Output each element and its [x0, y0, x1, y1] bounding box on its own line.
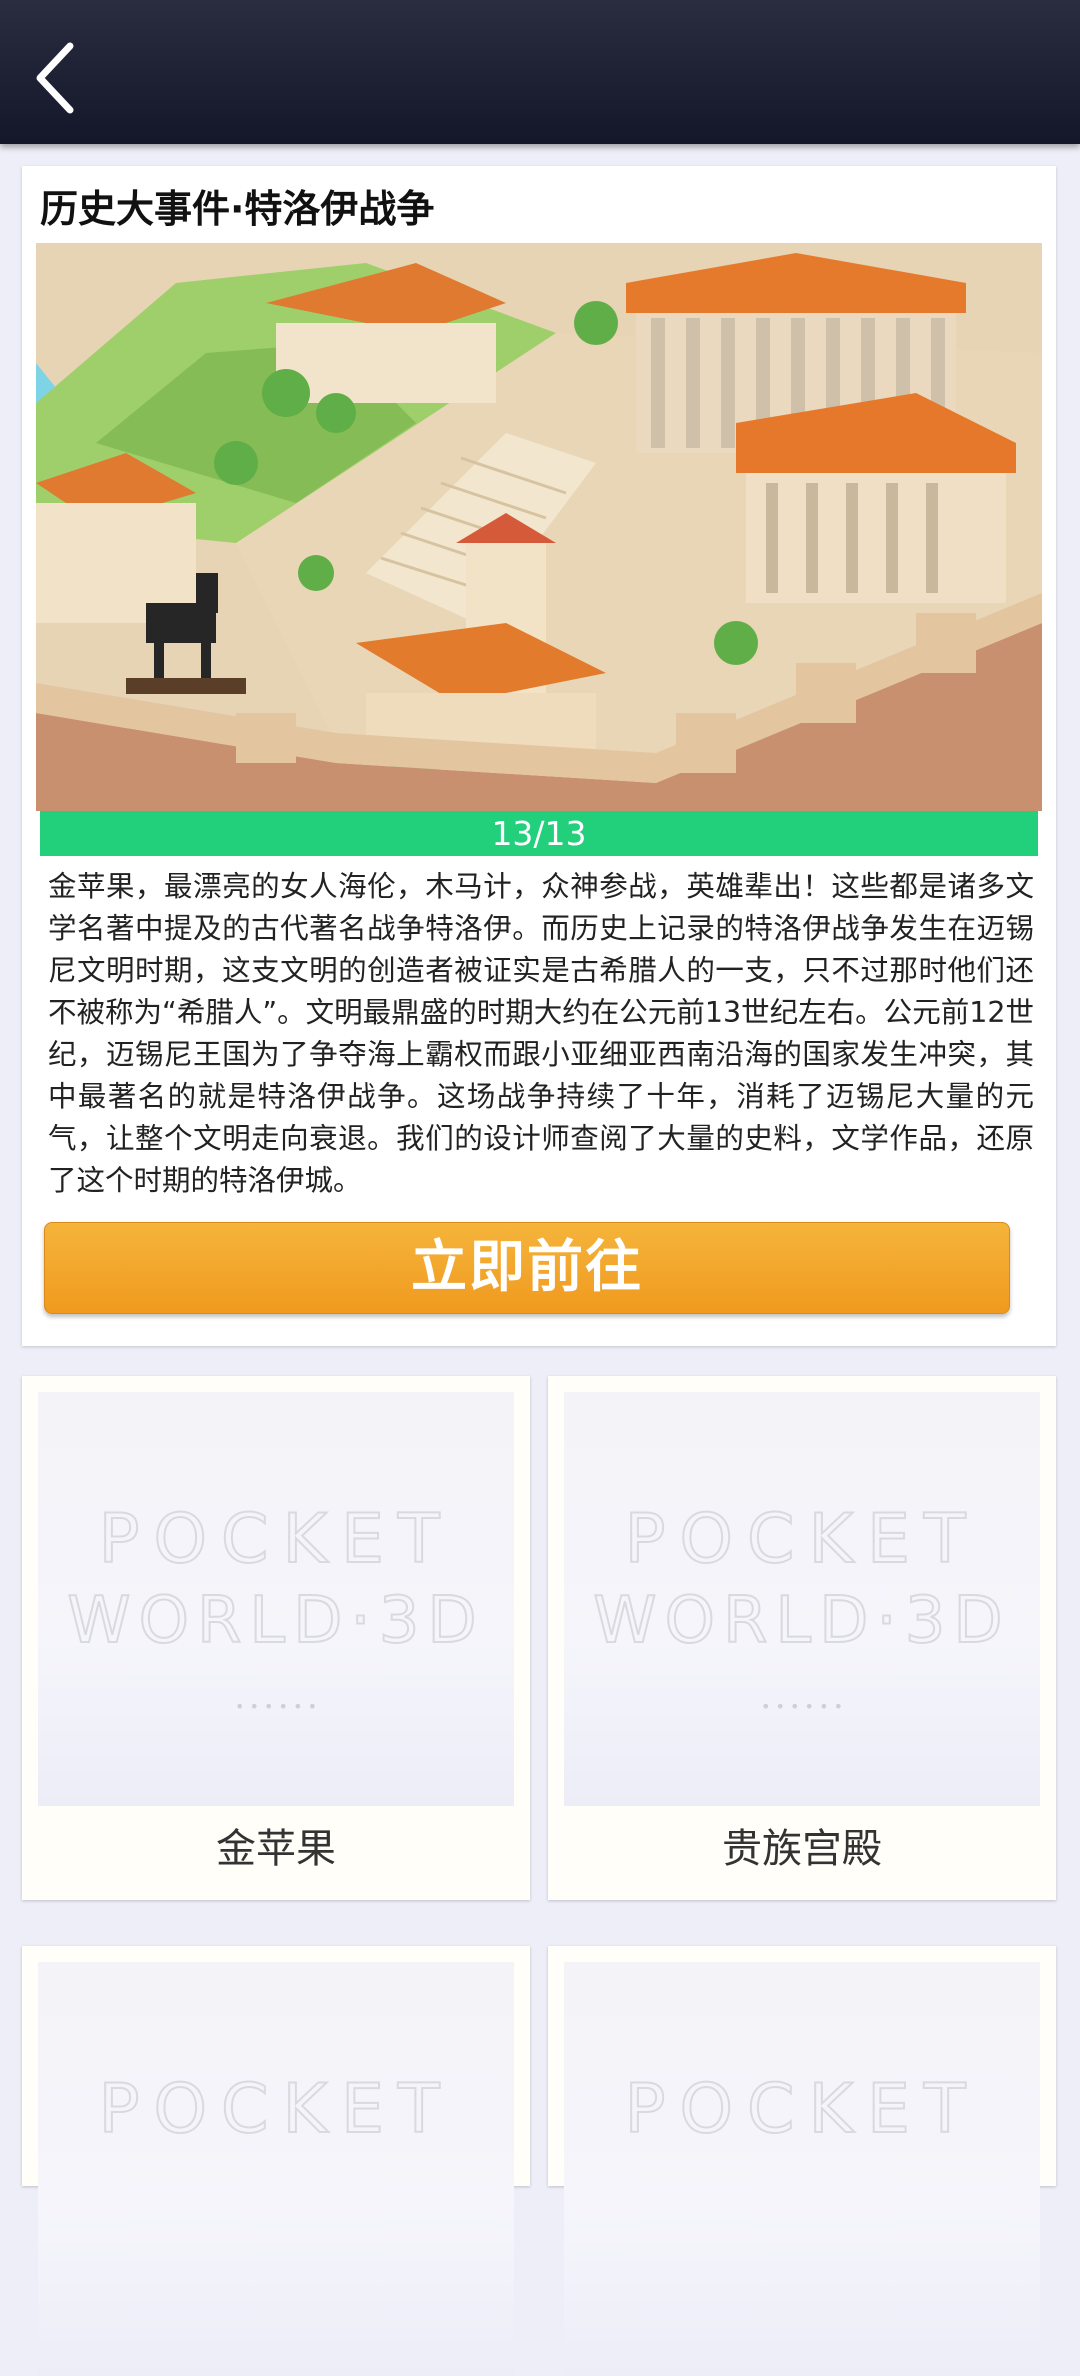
- watermark-line2: WORLD·3D: [67, 1584, 484, 1658]
- grid-item-4[interactable]: POCKET: [548, 1946, 1056, 2376]
- watermark-line1: POCKET: [98, 1500, 453, 1579]
- placeholder-image: POCKET: [38, 1962, 514, 2376]
- grid-item-3[interactable]: POCKET: [22, 1946, 530, 2376]
- event-title: 历史大事件·特洛伊战争: [40, 187, 435, 231]
- go-now-button[interactable]: 立即前往: [44, 1222, 1010, 1314]
- grid-item-golden-apple[interactable]: POCKET WORLD·3D • • • • • • 金苹果: [22, 1376, 530, 1900]
- watermark-dots: • • • • • •: [235, 1697, 317, 1716]
- event-description: 金苹果，最漂亮的女人海伦，木马计，众神参战，英雄辈出！这些都是诸多文学名著中提及…: [48, 870, 1034, 1197]
- watermark-line1: POCKET: [98, 2070, 453, 2149]
- event-card: 历史大事件·特洛伊战争 13/13 金苹果，最漂亮的女人海伦，木马计，众神参战，…: [22, 166, 1056, 1346]
- placeholder-image: POCKET WORLD·3D • • • • • •: [38, 1392, 514, 1806]
- watermark-line2: WORLD·3D: [593, 1584, 1010, 1658]
- event-image: [36, 243, 1042, 811]
- placeholder-image: POCKET WORLD·3D • • • • • •: [564, 1392, 1040, 1806]
- top-bar: [0, 0, 1080, 144]
- progress-indicator: 13/13: [40, 811, 1038, 856]
- back-arrow-icon[interactable]: [26, 38, 96, 118]
- placeholder-image: POCKET: [564, 1962, 1040, 2376]
- grid-item-noble-palace[interactable]: POCKET WORLD·3D • • • • • • 贵族宫殿: [548, 1376, 1056, 1900]
- watermark-dots: • • • • • •: [761, 1697, 843, 1716]
- watermark-line1: POCKET: [624, 1500, 979, 1579]
- grid-item-label: 金苹果: [216, 1826, 336, 1872]
- grid-item-label: 贵族宫殿: [722, 1826, 882, 1872]
- watermark-line1: POCKET: [624, 2070, 979, 2149]
